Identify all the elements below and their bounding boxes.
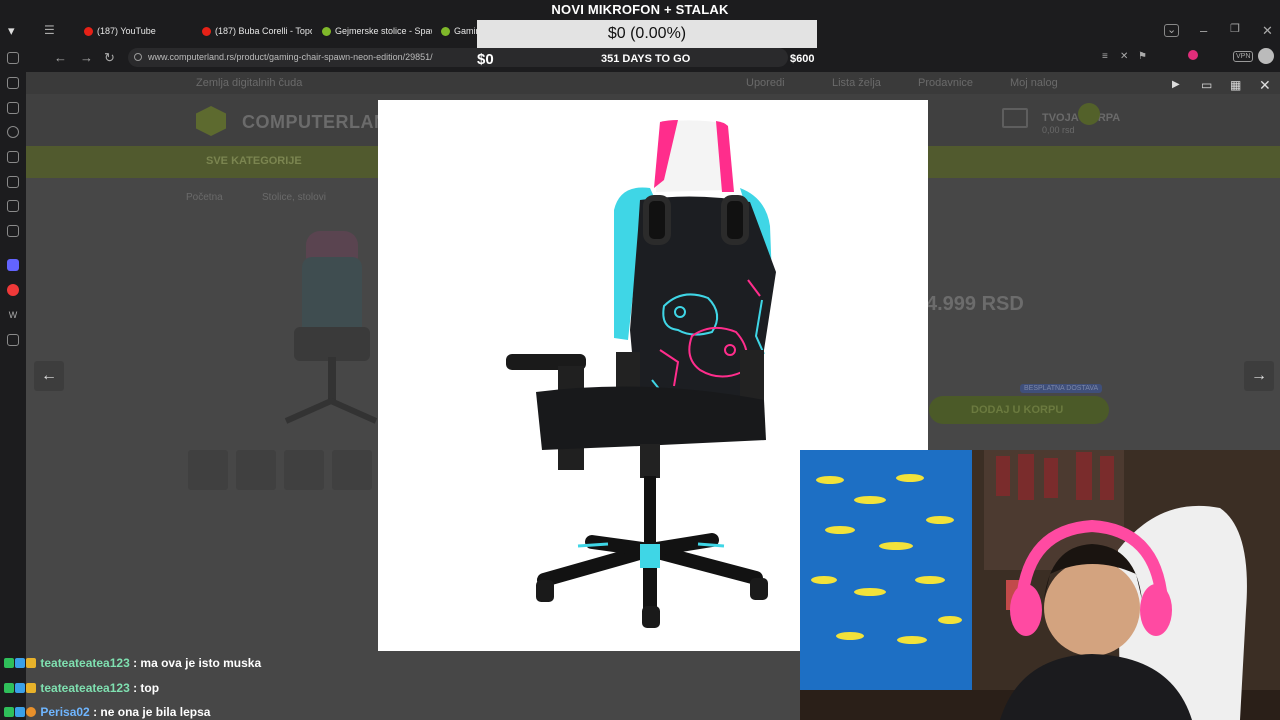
vivaldi-icon[interactable] <box>7 284 19 296</box>
badge-icon <box>15 707 25 717</box>
tab-gaming[interactable]: Gamin <box>441 20 477 42</box>
cart-count-icon <box>1078 103 1100 125</box>
chat-username: Perisa02 <box>40 705 90 719</box>
lightbox-close-icon[interactable]: ✕ <box>1259 77 1271 94</box>
product-thumbnail[interactable] <box>188 450 228 490</box>
chat-message: teateateatea123 : ma ova je isto muska <box>4 656 261 670</box>
badge-icon <box>4 707 14 717</box>
all-categories-button[interactable]: SVE KATEGORIJE <box>206 155 302 167</box>
tab-label: (187) YouTube <box>97 26 156 36</box>
lock-icon <box>134 53 142 61</box>
stream-screen: ▾ ☰ (187) YouTube (187) Buba Corelli - T… <box>0 0 1280 720</box>
history-icon[interactable] <box>7 126 19 138</box>
site-top-strip: Zemlja digitalnih čuda Uporedi Lista žel… <box>26 72 1280 94</box>
chat-username: teateateatea123 <box>40 681 130 695</box>
product-main-image[interactable] <box>276 227 386 437</box>
chat-text: : ma ova je isto muska <box>133 656 262 670</box>
site-tagline: Zemlja digitalnih čuda <box>196 77 303 89</box>
compare-link[interactable]: Uporedi <box>746 77 785 89</box>
stream-goal-current: $0 <box>477 51 494 68</box>
extension-icon[interactable] <box>1188 50 1198 60</box>
notes-icon[interactable] <box>7 151 19 163</box>
add-to-cart-button[interactable]: DODAJ U KORPU <box>929 396 1109 424</box>
thumbnails-grid-icon[interactable]: ▦ <box>1230 78 1241 92</box>
wishlist-link[interactable]: Lista želja <box>832 77 881 89</box>
tab-label: (187) Buba Corelli - Topovski <box>215 26 312 36</box>
reading-list-icon[interactable] <box>7 200 19 212</box>
vpn-icon[interactable]: VPN <box>1233 51 1254 62</box>
add-panel-icon[interactable] <box>7 334 19 346</box>
profile-avatar-icon[interactable] <box>1258 48 1274 64</box>
webcam-overlay <box>800 450 1280 720</box>
tab-youtube[interactable]: (187) YouTube <box>84 20 184 42</box>
cart-icon[interactable] <box>1002 108 1028 128</box>
minimize-icon[interactable]: – <box>1200 24 1207 37</box>
lightbox-prev-button[interactable]: ← <box>34 361 64 391</box>
webcam-image <box>800 450 1280 720</box>
stores-link[interactable]: Prodavnice <box>918 77 973 89</box>
browser-sidebar: W <box>0 44 26 720</box>
wikipedia-icon[interactable]: W <box>7 309 19 321</box>
badge-icon <box>15 683 25 693</box>
add-to-cart-label: DODAJ U KORPU <box>971 404 1064 416</box>
reload-icon[interactable]: ↻ <box>104 51 115 64</box>
pin-icon[interactable]: ✕ <box>1120 52 1128 62</box>
youtube-icon <box>84 26 93 36</box>
stream-goal-progress-text: $0 (0.00%) <box>607 25 687 42</box>
arrow-left-icon: ← <box>41 367 57 384</box>
restore-icon[interactable]: ❐ <box>1230 24 1240 35</box>
product-thumbnail[interactable] <box>332 450 372 490</box>
panel-toggle-icon[interactable] <box>7 52 19 64</box>
bookmark-icon[interactable]: ⚑ <box>1138 52 1147 62</box>
youtube-icon <box>202 26 211 36</box>
bookmarks-icon[interactable] <box>7 77 19 89</box>
tab-buba-corelli[interactable]: (187) Buba Corelli - Topovski <box>202 20 312 42</box>
computerland-icon <box>441 26 450 36</box>
chat-username: teateateatea123 <box>40 656 130 670</box>
computerland-icon <box>322 26 331 36</box>
downloads-icon[interactable] <box>7 102 19 114</box>
account-link[interactable]: Moj nalog <box>1010 77 1058 89</box>
browser-menu-icon[interactable]: ▾ <box>8 24 15 37</box>
badge-icon <box>26 658 36 668</box>
product-thumbnail[interactable] <box>284 450 324 490</box>
stream-goal-countdown: 351 DAYS TO GO <box>601 53 691 65</box>
chat-text: : top <box>133 681 160 695</box>
stream-goal-progress-bar: $0 (0.00%) <box>477 20 817 48</box>
workspaces-icon[interactable]: ☰ <box>44 24 55 36</box>
cart-value: 0,00 rsd <box>1042 125 1075 135</box>
badge-icon <box>4 683 14 693</box>
fullscreen-icon[interactable]: ▭ <box>1201 78 1212 92</box>
breadcrumb-category[interactable]: Stolice, stolovi <box>262 192 326 203</box>
badge-icon <box>26 683 36 693</box>
tab-label: Gejmerske stolice - Spawn <box>335 26 432 36</box>
badge-icon <box>26 707 36 717</box>
slideshow-play-icon[interactable]: ▶ <box>1172 79 1180 90</box>
chat-message: Perisa02 : ne ona je bila lepsa <box>4 705 210 719</box>
close-window-icon[interactable]: ✕ <box>1262 24 1273 37</box>
tab-list-icon[interactable]: ⌄ <box>1164 24 1180 37</box>
window-panel-icon[interactable] <box>7 225 19 237</box>
mastodon-icon[interactable] <box>7 259 19 271</box>
stream-goal-title: NOVI MIKROFON + STALAK <box>551 2 729 17</box>
translate-icon[interactable] <box>7 176 19 188</box>
chat-text: : ne ona je bila lepsa <box>93 705 211 719</box>
forward-icon[interactable]: → <box>80 51 93 64</box>
arrow-right-icon: → <box>1251 367 1267 384</box>
reader-icon[interactable]: ≡ <box>1102 52 1108 62</box>
site-logo-text[interactable]: COMPUTERLAN <box>242 112 388 133</box>
stream-goal-target: $600 <box>790 53 815 65</box>
badge-icon <box>15 658 25 668</box>
back-icon[interactable]: ← <box>54 51 67 64</box>
product-thumbnail[interactable] <box>236 450 276 490</box>
chat-message: teateateatea123 : top <box>4 681 159 695</box>
free-delivery-badge: BESPLATNA DOSTAVA <box>1020 384 1103 393</box>
badge-icon <box>4 658 14 668</box>
breadcrumb-home[interactable]: Početna <box>186 192 223 203</box>
product-price: 4.999 RSD <box>926 293 1024 315</box>
tab-label: Gamin <box>454 26 477 36</box>
tab-gejmerske-stolice[interactable]: Gejmerske stolice - Spawn <box>322 20 432 42</box>
url-text: www.computerland.rs/product/gaming-chair… <box>148 52 433 62</box>
lightbox-next-button[interactable]: → <box>1244 361 1274 391</box>
